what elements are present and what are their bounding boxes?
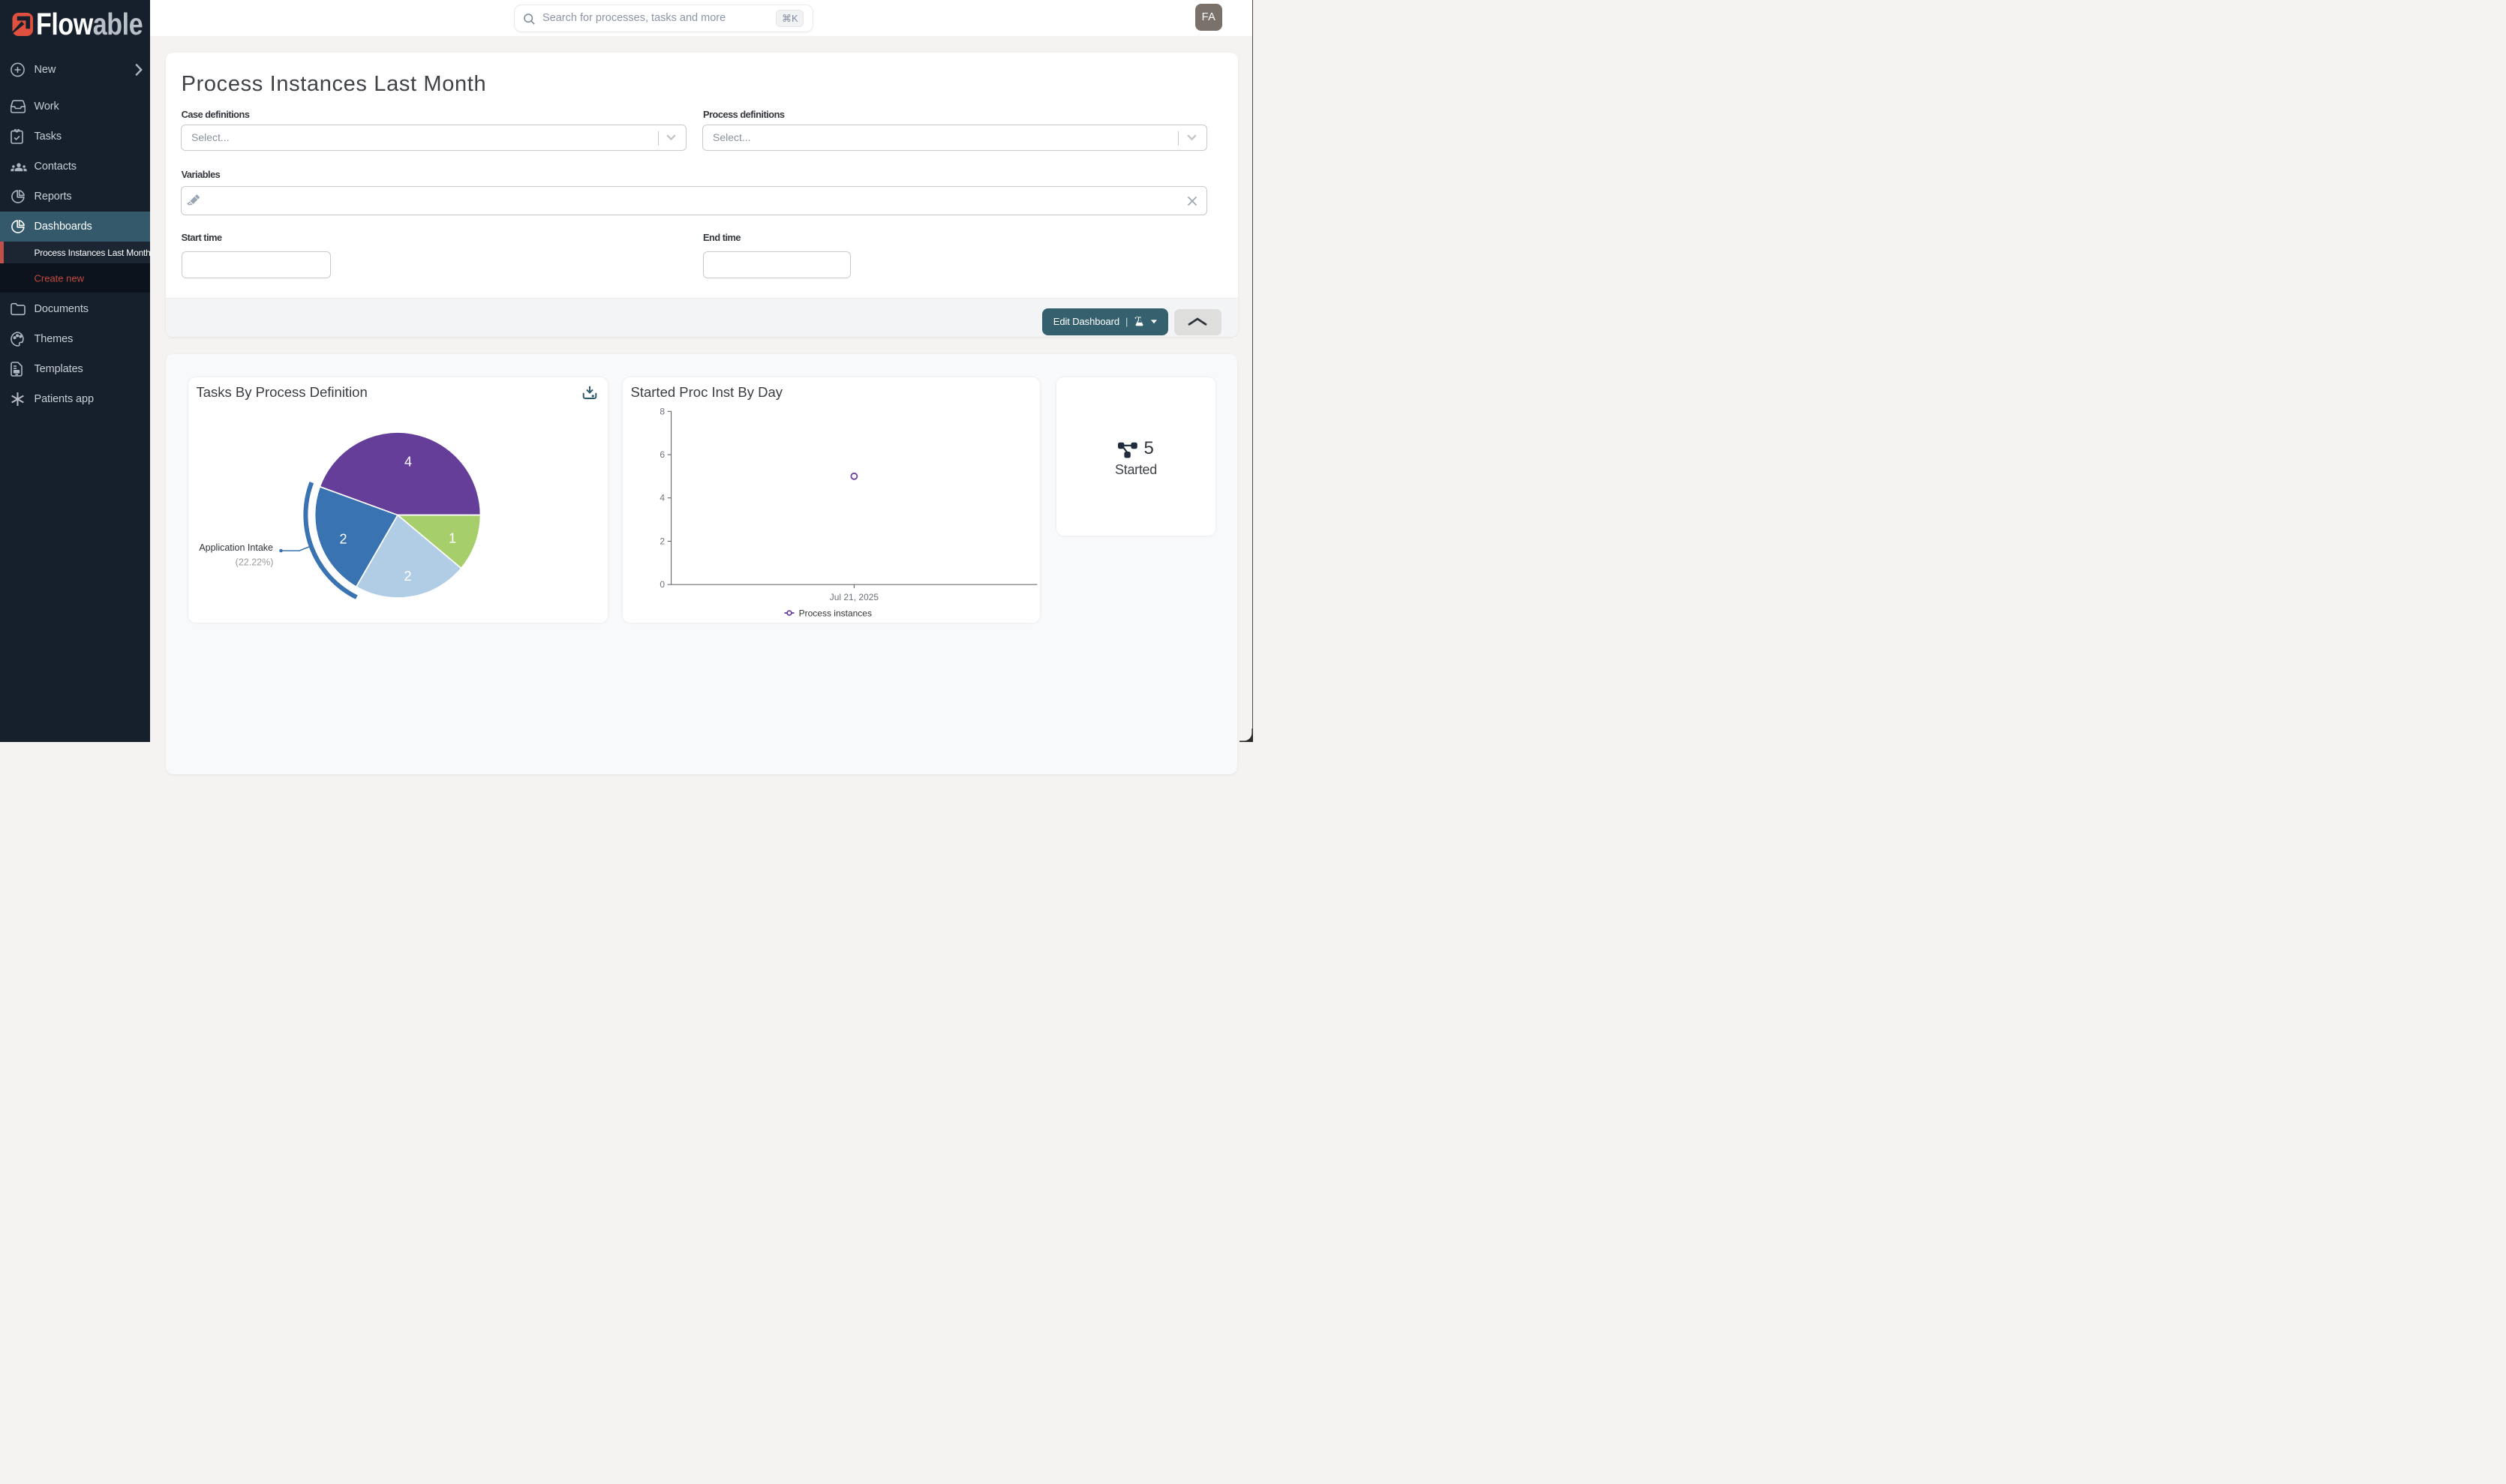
svg-text:2: 2 [404, 569, 411, 584]
svg-text:Jul 21, 2025: Jul 21, 2025 [830, 592, 879, 602]
svg-text:(22.22%): (22.22%) [236, 557, 274, 568]
svg-text:2: 2 [339, 532, 347, 547]
svg-text:2: 2 [660, 536, 665, 546]
svg-text:8: 8 [660, 406, 665, 416]
svg-text:Application Intake: Application Intake [199, 542, 273, 553]
svg-text:1: 1 [449, 531, 456, 546]
svg-text:0: 0 [660, 579, 665, 590]
svg-text:4: 4 [404, 455, 412, 470]
svg-text:Process instances: Process instances [799, 608, 872, 619]
svg-text:6: 6 [660, 449, 665, 460]
svg-text:4: 4 [660, 493, 665, 503]
